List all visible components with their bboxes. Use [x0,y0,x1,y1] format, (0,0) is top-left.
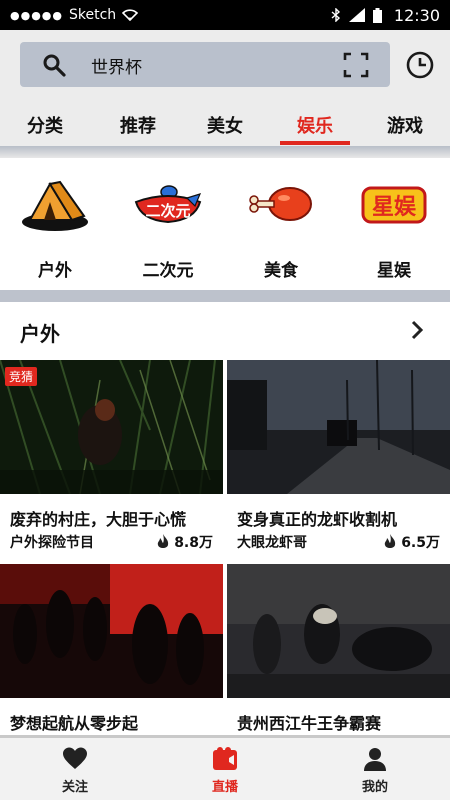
wifi-icon [122,9,139,21]
header-shadow [0,146,450,158]
channel-name: 大眼龙虾哥 [237,535,307,551]
category-grid: 户外 二次元 二次元 美食 星娱 星娱 [0,158,450,290]
view-count: 6.5万 [383,532,440,552]
category-tabs: 分类 推荐 美女 娱乐 游戏 [0,108,450,146]
chevron-right-icon[interactable] [407,318,427,342]
tab-entertainment[interactable]: 娱乐 [275,112,355,138]
live-camera-icon [213,747,237,770]
svg-text:星娱: 星娱 [372,195,417,220]
search-icon [43,54,66,77]
drumstick-icon [249,187,312,221]
flame-icon [384,534,396,548]
status-bar: ●●●●● Sketch 12:30 [0,0,450,30]
category-food[interactable]: 美食 [226,176,336,281]
category-label: 二次元 [142,261,194,281]
video-card[interactable]: 竞猜 废弃的村庄，大胆于心慌 户外探险节目 8.8万 [0,360,223,560]
category-label: 美食 [264,261,298,281]
battery-icon [372,7,382,23]
nav-profile[interactable]: 我的 [315,746,435,795]
video-thumbnail[interactable] [227,360,450,494]
signal-dots: ●●●●● [10,8,63,22]
video-thumbnail[interactable] [227,564,450,698]
view-count-value: 6.5万 [401,535,440,551]
video-title: 废弃的村庄，大胆于心慌 [10,510,187,529]
nav-label: 我的 [361,780,388,795]
category-label: 户外 [38,261,72,281]
svg-text:二次元: 二次元 [145,202,190,220]
video-card[interactable]: 梦想起航从零步起 [0,564,223,735]
bluetooth-icon [331,8,340,22]
cell-signal-icon [348,8,365,22]
video-thumbnail[interactable] [0,564,223,698]
bottom-nav: 关注 直播 我的 [0,735,450,800]
video-thumbnail[interactable]: 竞猜 [0,360,223,494]
heart-icon [63,747,87,769]
section-title: 户外 [20,322,60,346]
top-header: 世界杯 分类 推荐 美女 娱乐 游戏 [0,30,450,148]
anime-logo-icon: 二次元 [134,185,202,224]
user-icon [364,748,386,771]
nav-live[interactable]: 直播 [165,746,285,795]
video-title: 变身真正的龙虾收割机 [237,510,398,529]
history-clock-icon[interactable] [405,50,435,80]
tab-games[interactable]: 游戏 [365,112,445,138]
nav-label: 直播 [211,780,238,795]
view-count: 8.8万 [156,532,213,552]
tab-beauty[interactable]: 美女 [185,112,265,138]
nav-label: 关注 [61,780,88,795]
section-header[interactable]: 户外 [0,302,450,360]
video-card[interactable]: 变身真正的龙虾收割机 大眼龙虾哥 6.5万 [227,360,450,560]
video-title: 梦想起航从零步起 [10,714,139,733]
carrier-name: Sketch [69,7,117,23]
flame-icon [157,534,169,548]
star-entertainment-logo-icon: 星娱 [361,186,427,224]
quiz-badge: 竞猜 [5,367,38,386]
tent-icon [22,180,88,231]
category-outdoor[interactable]: 户外 [0,176,110,281]
category-star-entertainment[interactable]: 星娱 星娱 [339,176,449,281]
tab-recommend[interactable]: 推荐 [98,112,178,138]
video-card[interactable]: 贵州西江牛王争霸赛 [227,564,450,735]
status-time: 12:30 [393,5,440,25]
view-count-value: 8.8万 [174,535,213,551]
category-label: 星娱 [377,261,411,281]
search-bar[interactable]: 世界杯 [20,42,390,87]
scan-icon[interactable] [343,52,369,78]
video-title: 贵州西江牛王争霸赛 [237,714,382,733]
search-input[interactable]: 世界杯 [91,53,142,78]
active-tab-indicator [280,141,350,145]
channel-name: 户外探险节目 [10,535,94,551]
category-anime[interactable]: 二次元 二次元 [113,176,223,281]
nav-follow[interactable]: 关注 [15,746,135,795]
tab-category[interactable]: 分类 [5,112,85,138]
section-divider [0,290,450,302]
